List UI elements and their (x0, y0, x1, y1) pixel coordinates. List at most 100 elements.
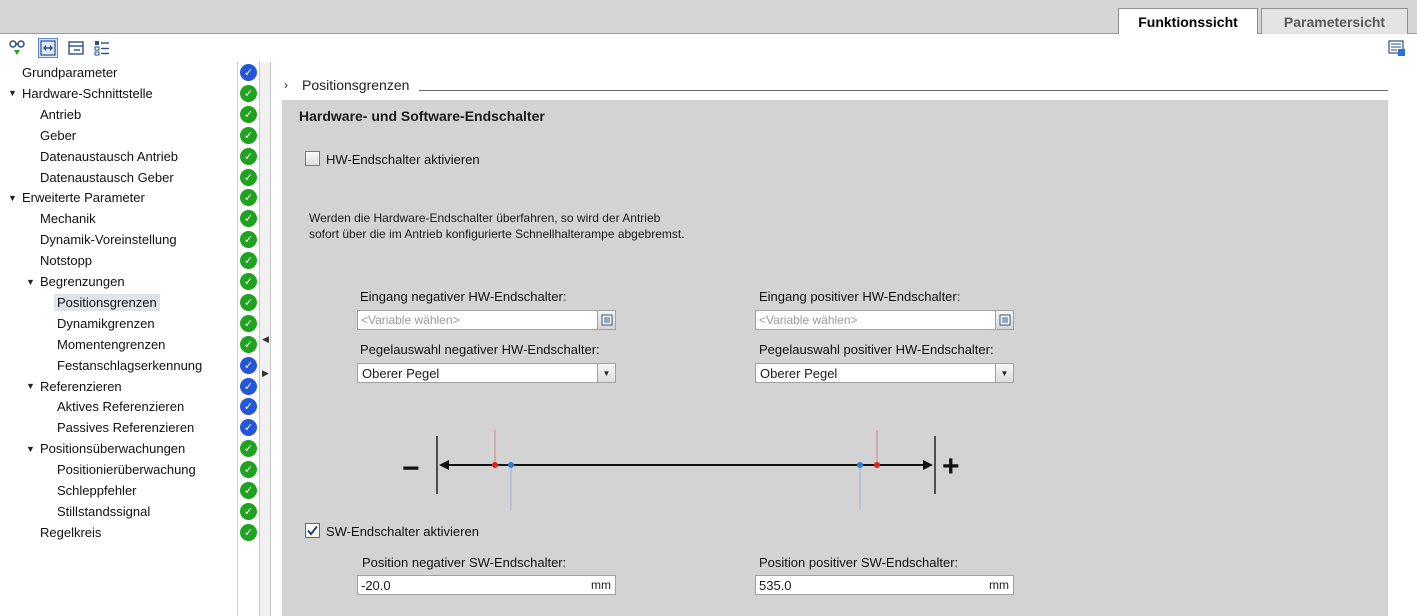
splitter-left-arrow[interactable]: ◀ (262, 334, 269, 345)
panel-title: Hardware- und Software-Endschalter (299, 108, 545, 124)
pos-input-field[interactable]: <Variable wählen> (755, 310, 1014, 330)
neg-sw-label: Position negativer SW-Endschalter: (362, 555, 567, 570)
tree-item-label: Begrenzungen (40, 274, 125, 289)
tree-item[interactable]: Mechanik (40, 208, 96, 229)
expand-tree-icon[interactable] (92, 38, 112, 58)
tree-item-label: Grundparameter (22, 65, 118, 80)
status-default-icon: ✓ (240, 356, 257, 374)
variable-browse-icon[interactable] (597, 311, 615, 329)
neg-input-placeholder: <Variable wählen> (361, 313, 460, 327)
hw-limit-checkbox[interactable] (305, 151, 320, 166)
hw-limit-checkbox-label: HW-Endschalter aktivieren (326, 152, 480, 167)
tree-item[interactable]: Positionsgrenzen (54, 292, 160, 313)
tree-item-label: Aktives Referenzieren (57, 399, 185, 415)
pos-input-label: Eingang positiver HW-Endschalter: (759, 289, 961, 304)
section-title: Positionsgrenzen (302, 77, 410, 93)
tree-item[interactable]: Grundparameter (22, 62, 117, 83)
chevron-right-icon[interactable]: › (284, 78, 288, 92)
tree-item[interactable]: Regelkreis (40, 522, 101, 543)
status-ok-icon: ✓ (240, 461, 257, 479)
neg-sw-marker (508, 462, 514, 468)
tree-item-label: Mechanik (40, 211, 96, 227)
tree-item-label: Notstopp (40, 253, 93, 269)
pos-sw-marker (857, 462, 863, 468)
tree-item[interactable]: ▼ Positionsüberwachungen (26, 438, 185, 459)
tab-parametersicht[interactable]: Parametersicht (1261, 8, 1408, 34)
tree-item[interactable]: Festanschlagserkennung (57, 355, 202, 376)
collapse-tree-icon[interactable] (66, 38, 86, 58)
hw-description: Werden die Hardware-Endschalter überfahr… (309, 210, 809, 242)
section-header: › Positionsgrenzen (282, 74, 1388, 96)
arrow-right-icon (923, 460, 933, 470)
tree-item[interactable]: Geber (40, 125, 76, 146)
tree-item[interactable]: Momentengrenzen (57, 334, 165, 355)
top-bar: Funktionssicht Parametersicht (0, 0, 1417, 35)
pos-level-label: Pegelauswahl positiver HW-Endschalter: (759, 342, 994, 357)
neg-sw-unit: mm (591, 578, 611, 592)
tree-item-label: Passives Referenzieren (57, 420, 195, 436)
tree-item-label: Positionsüberwachungen (40, 441, 186, 457)
expand-arrow-icon[interactable]: ▼ (26, 277, 40, 287)
tree-item[interactable]: ▼ Begrenzungen (26, 271, 125, 292)
tab-funktionssicht[interactable]: Funktionssicht (1118, 8, 1258, 35)
chevron-down-icon[interactable]: ▼ (597, 364, 615, 382)
pos-sw-unit: mm (989, 578, 1009, 592)
status-ok-icon: ✓ (240, 293, 257, 311)
splitter-right-arrow[interactable]: ▶ (262, 368, 269, 379)
status-ok-icon: ✓ (240, 126, 257, 144)
tree-item[interactable]: Schleppfehler (57, 480, 137, 501)
limit-switch-diagram: − + (402, 430, 960, 510)
toolbar (0, 34, 1417, 62)
tree-item-label: Regelkreis (40, 524, 102, 540)
expand-arrow-icon[interactable]: ▼ (26, 444, 40, 454)
status-ok-icon: ✓ (240, 105, 257, 123)
sw-limit-checkbox[interactable] (305, 523, 320, 538)
pos-hw-marker (874, 462, 880, 468)
pos-sw-input[interactable]: 535.0 mm (755, 575, 1014, 595)
neg-hw-marker (492, 462, 498, 468)
status-ok-icon: ✓ (240, 168, 257, 186)
neg-level-select[interactable]: Oberer Pegel ▼ (357, 363, 616, 383)
status-ok-icon: ✓ (240, 273, 257, 290)
neg-level-value: Oberer Pegel (362, 365, 440, 381)
tree-item[interactable]: Passives Referenzieren (57, 417, 194, 438)
neg-input-field[interactable]: <Variable wählen> (357, 310, 616, 330)
tree-item[interactable]: ▼ Erweiterte Parameter (8, 187, 145, 208)
neg-sw-input[interactable]: -20.0 mm (357, 575, 616, 595)
tree-item[interactable]: Stillstandssignal (57, 501, 150, 522)
tree-item-label: Hardware-Schnittstelle (22, 85, 153, 101)
tree-item[interactable]: Datenaustausch Antrieb (40, 146, 178, 167)
tree-item[interactable]: ▼ Referenzieren (26, 376, 122, 397)
expand-arrow-icon[interactable]: ▼ (26, 381, 40, 391)
expand-arrow-icon[interactable]: ▼ (8, 193, 22, 203)
tree-item[interactable]: ▼ Hardware-Schnittstelle (8, 83, 153, 104)
tree-item[interactable]: Positionierüberwachung (57, 459, 196, 480)
variable-browse-icon[interactable] (995, 311, 1013, 329)
tree-item[interactable]: Notstopp (40, 250, 92, 271)
description-line-2: sofort über die im Antrieb konfigurierte… (309, 227, 685, 241)
settings-panel-icon[interactable] (1387, 38, 1407, 58)
status-ok-icon: ✓ (240, 335, 257, 353)
link-view-icon[interactable] (8, 38, 28, 58)
expand-arrow-icon[interactable]: ▼ (8, 88, 22, 98)
tree-item[interactable]: Dynamikgrenzen (57, 313, 155, 334)
chevron-down-icon[interactable]: ▼ (995, 364, 1013, 382)
tree-item-label: Datenaustausch Antrieb (40, 148, 179, 164)
tree-item-label: Positionsgrenzen (54, 293, 160, 311)
plus-sign: + (942, 450, 960, 483)
pos-level-select[interactable]: Oberer Pegel ▼ (755, 363, 1014, 383)
tree-item[interactable]: Datenaustausch Geber (40, 167, 174, 188)
status-ok-icon: ✓ (240, 502, 257, 520)
fit-width-icon[interactable] (38, 38, 58, 58)
tree-item-label: Festanschlagserkennung (57, 357, 203, 373)
tree-item[interactable]: Antrieb (40, 104, 81, 125)
minus-sign: − (402, 452, 420, 485)
status-ok-icon: ✓ (240, 147, 257, 165)
tree-item[interactable]: Aktives Referenzieren (57, 396, 184, 417)
description-line-1: Werden die Hardware-Endschalter überfahr… (309, 211, 661, 225)
tree-item[interactable]: Dynamik-Voreinstellung (40, 229, 177, 250)
tree-item-label: Erweiterte Parameter (22, 190, 145, 206)
arrow-left-icon (439, 460, 449, 470)
pos-level-value: Oberer Pegel (760, 365, 838, 381)
tree-item-label: Datenaustausch Geber (40, 169, 174, 185)
